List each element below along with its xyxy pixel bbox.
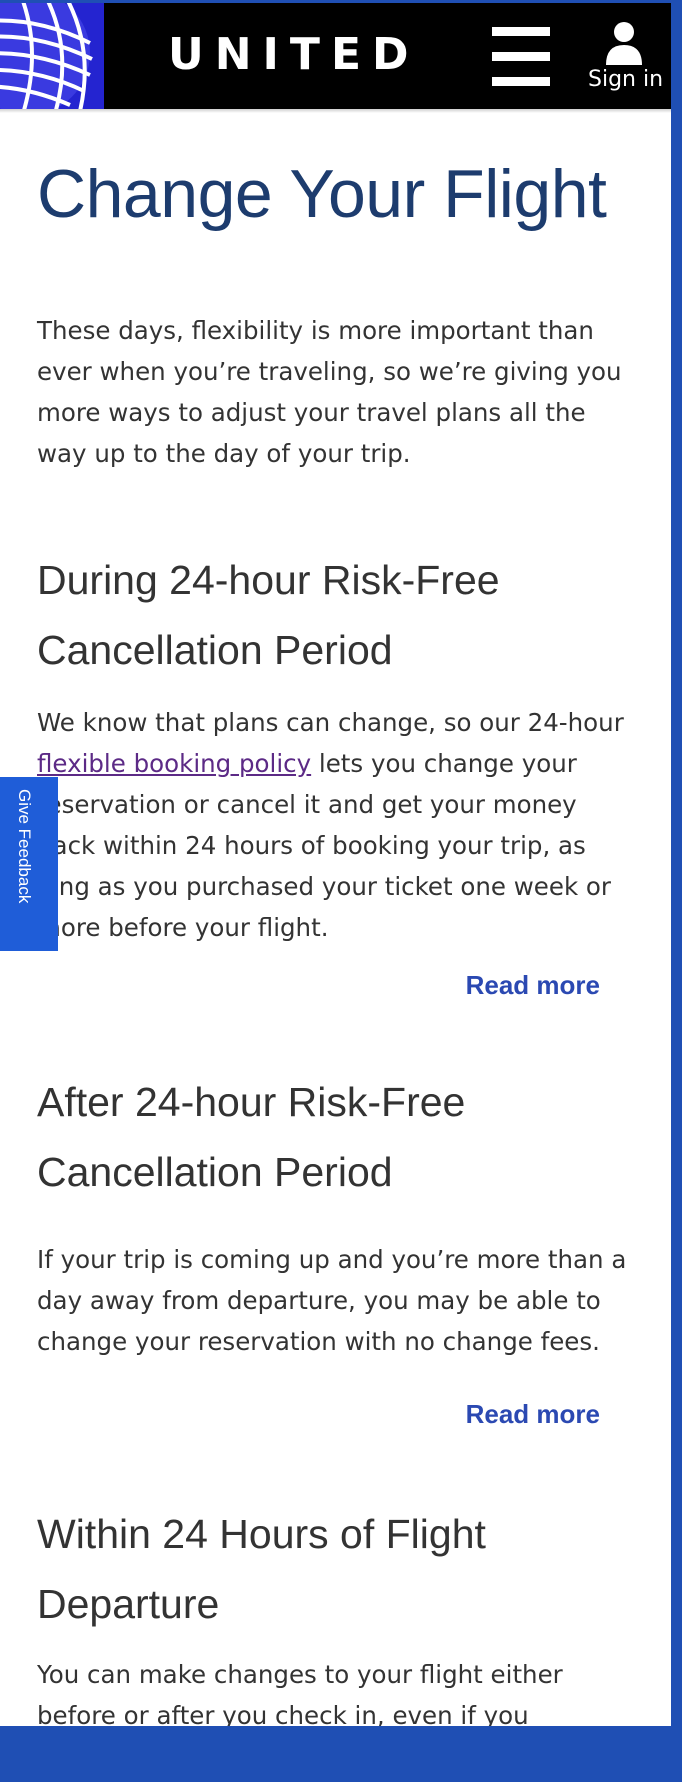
sign-in-button[interactable]: Sign in	[580, 15, 671, 99]
give-feedback-label: Give Feedback	[15, 789, 34, 904]
section-title-after-24-hour: After 24-hour Risk-Free Cancellation Per…	[37, 1079, 466, 1195]
menu-button[interactable]	[492, 25, 550, 87]
page-title: Change Your Flight	[37, 156, 607, 232]
read-more-link[interactable]: Read more	[466, 1399, 600, 1430]
read-more-link[interactable]: Read more	[466, 970, 600, 1001]
section-body-within-24-hours: You can make changes to your flight eith…	[37, 1660, 563, 1730]
section-body-during-24-hour: We know that plans can change, so our 24…	[37, 702, 637, 948]
sign-in-label: Sign in	[588, 67, 664, 92]
united-globe-logo[interactable]	[0, 3, 104, 109]
flexible-booking-policy-link[interactable]: flexible booking policy	[37, 749, 311, 778]
brand-wordmark[interactable]: UNITED	[168, 25, 448, 85]
intro-paragraph: These days, flexibility is more importan…	[37, 316, 622, 468]
section-title-within-24-hours: Within 24 Hours of Flight Departure	[37, 1511, 486, 1627]
header-divider	[0, 109, 671, 113]
give-feedback-tab[interactable]: Give Feedback	[0, 777, 58, 951]
section-title-during-24-hour: During 24-hour Risk-Free Cancellation Pe…	[37, 557, 500, 673]
right-frame-border	[671, 0, 682, 1782]
united-globe-icon	[0, 3, 93, 109]
bottom-bar	[0, 1726, 682, 1782]
section-body-after-24-hour: If your trip is coming up and you’re mor…	[37, 1245, 627, 1356]
person-icon	[606, 22, 642, 65]
section-body-text: We know that plans can change, so our 24…	[37, 708, 624, 737]
site-header: UNITED Sign in	[0, 3, 671, 109]
